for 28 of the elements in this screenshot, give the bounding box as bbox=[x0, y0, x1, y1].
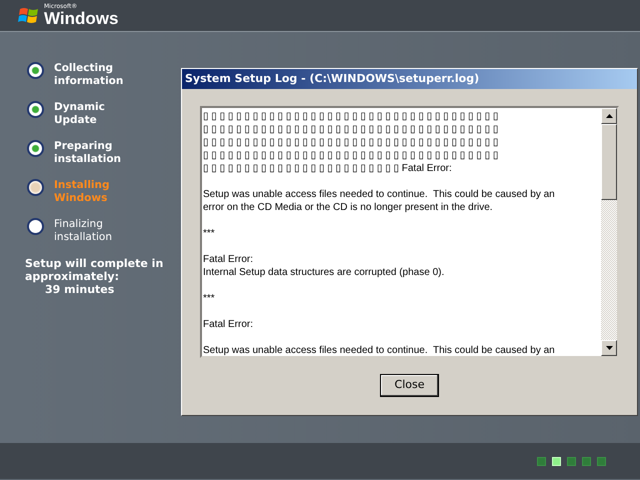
brand-title: Windows bbox=[44, 10, 118, 27]
dialog-title: System Setup Log - (C:\WINDOWS\setuperr.log) bbox=[182, 69, 637, 89]
step-status-icon bbox=[27, 101, 44, 118]
estimate-label: Setup will complete in approximately: bbox=[25, 257, 164, 283]
log-text: Setup was unable access files needed to continue. This could be caused by an bbox=[203, 344, 556, 356]
step-label: Dynamic Update bbox=[54, 101, 105, 127]
up-arrow-icon bbox=[606, 114, 612, 118]
log-text: Setup was unable access files needed to continue. This could be caused by an error on the CD Media or the CD is no longer present in the drive. bbox=[203, 188, 556, 214]
scroll-down-button[interactable] bbox=[601, 340, 617, 356]
scroll-up-button[interactable] bbox=[601, 108, 617, 124]
step-status-icon bbox=[27, 179, 44, 196]
down-arrow-icon bbox=[606, 346, 612, 350]
log-text: Fatal Error: bbox=[203, 318, 254, 331]
log-text: *** bbox=[203, 292, 216, 305]
step-status-icon bbox=[27, 62, 44, 79]
step-label: Preparing installation bbox=[54, 140, 122, 166]
log-text: Fatal Error: Internal Setup data structures are corrupted (phase 0). bbox=[203, 253, 446, 279]
log-text: ▯ ▯ ▯ ▯ ▯ ▯ ▯ ▯ ▯ ▯ ▯ ▯ ▯ ▯ ▯ ▯ ▯ ▯ ▯ ▯ ▯ ▯ ▯ ▯ ▯ ▯ ▯ ▯ ▯ ▯ ▯ ▯ ▯ ▯ ▯ ▯ ▯ ▯ ▯ ▯ ▯ ▯ ▯ ▯ ▯ ▯ ▯ ▯ ▯ ▯ ▯ ▯ ▯ ▯ ▯ ▯ ▯ ▯ ▯ ▯ ▯ ▯ ▯ ▯ ▯ ▯ ▯ ▯ ▯ ▯ ▯ ▯ ▯ ▯ ▯ ▯ ▯ ▯ ▯ ▯ ▯ ▯ ▯ ▯ ▯ ▯ ▯ ▯ ▯ ▯ ▯ ▯ ▯ ▯ ▯ ▯ ▯ ▯ ▯ ▯ ▯ ▯ ▯ ▯ ▯ ▯ ▯ ▯ ▯ ▯ ▯ ▯ ▯ ▯ ▯ ▯ ▯ ▯ ▯ ▯ ▯ ▯ ▯ ▯ ▯ ▯ ▯ ▯ ▯ ▯ ▯ ▯ ▯ ▯ ▯ ▯ ▯ ▯ ▯ ▯ ▯ ▯ ▯ ▯ ▯ ▯ ▯ ▯ ▯ ▯ ▯ ▯ ▯ ▯ ▯ ▯ ▯ ▯ ▯ ▯ ▯ ▯ ▯ ▯ ▯ ▯ ▯ ▯ Fatal Error: bbox=[203, 110, 500, 175]
log-text: *** bbox=[203, 227, 216, 240]
flag-logo-icon bbox=[18, 6, 40, 26]
step-label: Installing Windows bbox=[54, 179, 110, 205]
step-status-icon bbox=[27, 218, 44, 235]
estimate-time: 39 minutes bbox=[44, 283, 116, 296]
step-status-icon bbox=[27, 140, 44, 157]
close-button[interactable]: Close bbox=[380, 374, 439, 397]
step-label: Finalizing installation bbox=[54, 218, 112, 244]
step-label: Collecting information bbox=[54, 62, 124, 88]
scrollbar-thumb[interactable] bbox=[601, 124, 617, 200]
